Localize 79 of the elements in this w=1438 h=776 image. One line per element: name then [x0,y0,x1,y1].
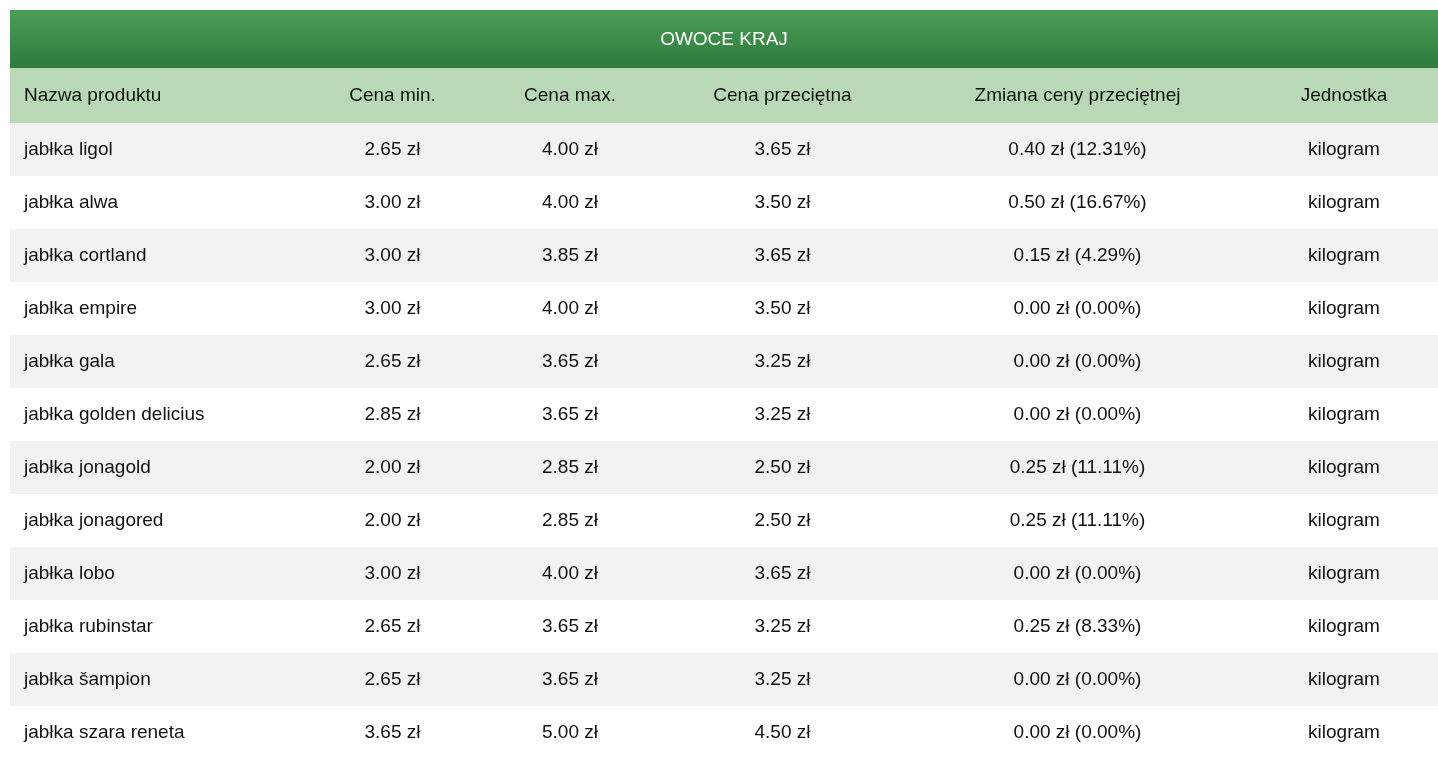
column-header: Zmiana ceny przeciętnej [905,68,1250,123]
table-cell: 2.65 zł [305,335,480,388]
table-cell: 3.25 zł [660,388,905,441]
table-cell: kilogram [1250,441,1438,494]
table-cell: 3.65 zł [480,335,660,388]
table-cell: 0.00 zł (0.00%) [905,282,1250,335]
table-cell: 2.65 zł [305,653,480,706]
table-cell: kilogram [1250,600,1438,653]
table-cell: 0.40 zł (12.31%) [905,123,1250,176]
table-cell: 2.85 zł [480,494,660,547]
table-cell: 2.50 zł [660,441,905,494]
table-cell: 3.65 zł [305,706,480,759]
table-cell: 0.00 zł (0.00%) [905,335,1250,388]
table-cell: 0.15 zł (4.29%) [905,229,1250,282]
table-cell: kilogram [1250,547,1438,600]
table-cell: 3.65 zł [480,653,660,706]
table-cell: jabłka cortland [10,229,305,282]
table-cell: 3.50 zł [660,176,905,229]
table-cell: 2.65 zł [305,600,480,653]
table-cell: jabłka alwa [10,176,305,229]
table-cell: jabłka lobo [10,547,305,600]
table-cell: 3.85 zł [480,229,660,282]
column-header: Cena min. [305,68,480,123]
table-cell: jabłka golden delicius [10,388,305,441]
table-cell: 3.25 zł [660,335,905,388]
table-cell: 2.65 zł [305,123,480,176]
table-cell: jabłka gala [10,335,305,388]
table-cell: 4.00 zł [480,123,660,176]
table-title: OWOCE KRAJ [10,10,1438,68]
table-cell: 3.25 zł [660,600,905,653]
table-cell: jabłka szara reneta [10,706,305,759]
table-cell: kilogram [1250,176,1438,229]
table-cell: 3.65 zł [480,600,660,653]
table-cell: 3.00 zł [305,547,480,600]
table-cell: 4.00 zł [480,282,660,335]
table-cell: kilogram [1250,335,1438,388]
table-cell: 0.25 zł (8.33%) [905,600,1250,653]
table-cell: jabłka jonagored [10,494,305,547]
table-cell: kilogram [1250,494,1438,547]
table-cell: jabłka šampion [10,653,305,706]
table-cell: 3.65 zł [660,229,905,282]
table-cell: 2.00 zł [305,494,480,547]
table-cell: jabłka empire [10,282,305,335]
table-cell: kilogram [1250,282,1438,335]
table-cell: jabłka jonagold [10,441,305,494]
table-cell: jabłka rubinstar [10,600,305,653]
column-header: Jednostka [1250,68,1438,123]
table-cell: 0.25 zł (11.11%) [905,494,1250,547]
table-cell: 3.00 zł [305,282,480,335]
table-cell: 3.65 zł [660,547,905,600]
table-cell: 3.65 zł [660,123,905,176]
table-cell: 3.50 zł [660,282,905,335]
column-header: Cena przeciętna [660,68,905,123]
table-cell: kilogram [1250,229,1438,282]
table-cell: 2.85 zł [480,441,660,494]
table-cell: 2.00 zł [305,441,480,494]
table-cell: 4.00 zł [480,176,660,229]
table-cell: 0.00 zł (0.00%) [905,706,1250,759]
table-cell: 0.50 zł (16.67%) [905,176,1250,229]
table-cell: 3.65 zł [480,388,660,441]
table-cell: 3.00 zł [305,176,480,229]
table-cell: 2.85 zł [305,388,480,441]
table-cell: kilogram [1250,388,1438,441]
table-cell: 4.50 zł [660,706,905,759]
table-cell: jabłka ligol [10,123,305,176]
table-cell: kilogram [1250,653,1438,706]
table-cell: 3.25 zł [660,653,905,706]
table-cell: kilogram [1250,123,1438,176]
table-cell: 2.50 zł [660,494,905,547]
table-cell: kilogram [1250,706,1438,759]
table-cell: 0.00 zł (0.00%) [905,547,1250,600]
table-cell: 0.25 zł (11.11%) [905,441,1250,494]
table-cell: 0.00 zł (0.00%) [905,653,1250,706]
table-cell: 5.00 zł [480,706,660,759]
column-header: Cena max. [480,68,660,123]
table-cell: 0.00 zł (0.00%) [905,388,1250,441]
table-cell: 4.00 zł [480,547,660,600]
table-cell: 3.00 zł [305,229,480,282]
column-header: Nazwa produktu [10,68,305,123]
